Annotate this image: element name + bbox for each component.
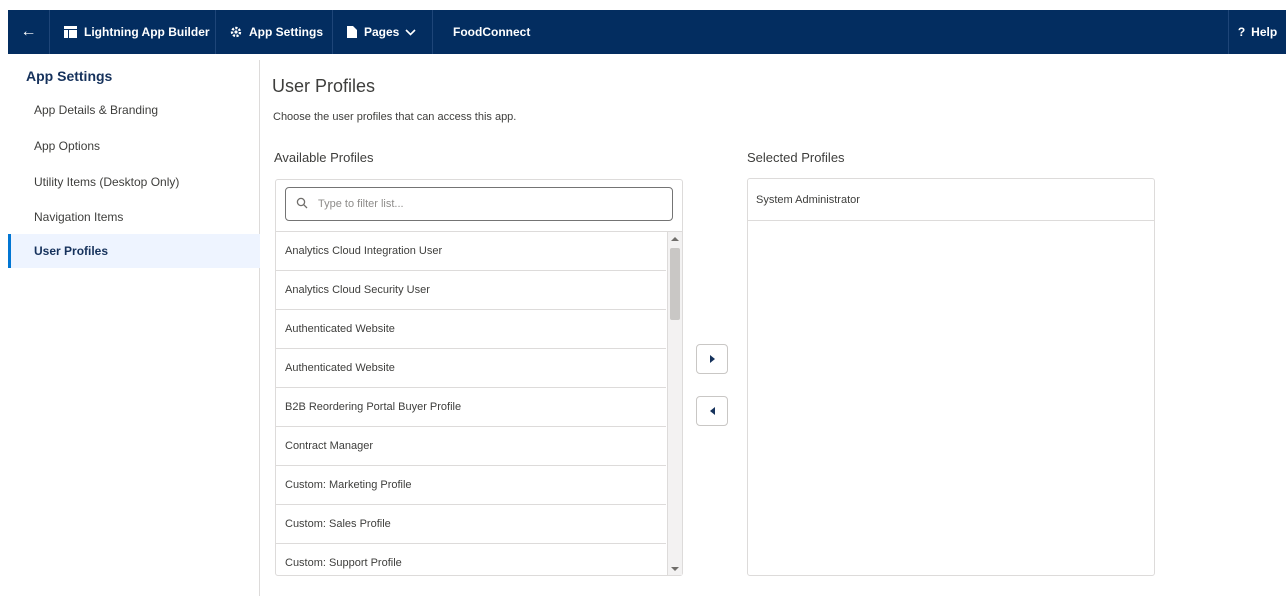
- settings-sidebar: App Settings App Details & Branding App …: [8, 60, 260, 596]
- sidebar-title: App Settings: [26, 68, 113, 84]
- list-item[interactable]: Custom: Marketing Profile: [276, 466, 666, 505]
- sidebar-item-navigation-items[interactable]: Navigation Items: [8, 200, 260, 234]
- page-description: Choose the user profiles that can access…: [273, 111, 517, 123]
- available-profiles-label: Available Profiles: [274, 150, 374, 165]
- back-button[interactable]: ←: [8, 10, 50, 54]
- settings-label: App Settings: [249, 25, 323, 39]
- filter-search-box[interactable]: [285, 187, 673, 221]
- builder-nav-bar: ← Lightning App Builder App Settings Pag…: [8, 10, 1286, 54]
- scroll-thumb[interactable]: [670, 248, 680, 320]
- chevron-down-icon: [405, 28, 416, 36]
- move-right-icon: [709, 355, 715, 363]
- help-label: Help: [1251, 25, 1278, 39]
- page-title: User Profiles: [272, 76, 376, 96]
- selected-profiles-label: Selected Profiles: [747, 150, 845, 165]
- list-item[interactable]: Contract Manager: [276, 427, 666, 466]
- sidebar-item-app-options[interactable]: App Options: [8, 129, 260, 163]
- list-item[interactable]: Analytics Cloud Integration User: [276, 232, 666, 271]
- list-item[interactable]: System Administrator: [748, 179, 1154, 221]
- move-left-icon: [709, 407, 715, 415]
- list-scrollbar[interactable]: [667, 232, 682, 575]
- selected-profiles-listbox: System Administrator: [747, 178, 1155, 576]
- sidebar-item-app-details[interactable]: App Details & Branding: [8, 93, 260, 127]
- list-item[interactable]: B2B Reordering Portal Buyer Profile: [276, 388, 666, 427]
- list-item[interactable]: Analytics Cloud Security User: [276, 271, 666, 310]
- sidebar-item-user-profiles[interactable]: User Profiles: [8, 234, 260, 268]
- app-settings-button[interactable]: App Settings: [216, 10, 333, 54]
- list-item[interactable]: Custom: Sales Profile: [276, 505, 666, 544]
- scroll-down-icon[interactable]: [671, 567, 679, 571]
- pages-label: Pages: [364, 25, 400, 39]
- move-to-selected-button[interactable]: [696, 344, 728, 374]
- gear-icon: [230, 26, 242, 38]
- help-icon: ?: [1237, 25, 1246, 39]
- builder-label: Lightning App Builder: [84, 25, 210, 39]
- back-arrow-icon: ←: [20, 23, 37, 40]
- available-profiles-list: Analytics Cloud Integration User Analyti…: [276, 231, 682, 575]
- app-name: FoodConnect: [453, 25, 531, 39]
- list-item[interactable]: Custom: Support Profile: [276, 544, 666, 575]
- list-item[interactable]: Authenticated Website: [276, 349, 666, 388]
- main-content: User Profiles Choose the user profiles t…: [272, 60, 1272, 596]
- help-button[interactable]: ? Help: [1228, 10, 1286, 54]
- filter-input[interactable]: [318, 198, 648, 210]
- sidebar-item-utility-items[interactable]: Utility Items (Desktop Only): [8, 165, 260, 199]
- lightning-app-builder-button[interactable]: Lightning App Builder: [50, 10, 216, 54]
- search-icon: [296, 197, 310, 211]
- pages-dropdown[interactable]: Pages: [333, 10, 433, 54]
- top-bar: ← Lightning App Builder App Settings Pag…: [0, 0, 1286, 60]
- app-builder-icon: [64, 26, 77, 38]
- available-profiles-listbox: Analytics Cloud Integration User Analyti…: [275, 179, 683, 576]
- page-icon: [347, 26, 357, 38]
- list-item[interactable]: Authenticated Website: [276, 310, 666, 349]
- move-to-available-button[interactable]: [696, 396, 728, 426]
- scroll-up-icon[interactable]: [671, 237, 679, 241]
